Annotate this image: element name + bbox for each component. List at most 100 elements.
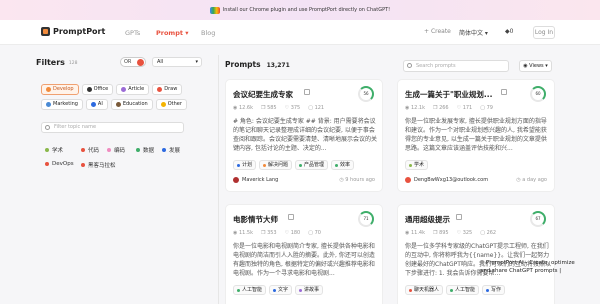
topic-item[interactable]: 编码 (107, 146, 125, 154)
topic-item[interactable]: 代码 (81, 146, 99, 154)
or-toggle[interactable]: OR (120, 57, 146, 67)
prompts-title: Prompts (225, 60, 261, 69)
comments-value: 79 (486, 105, 493, 111)
card-timestamp: ◷ 9 hours ago (339, 177, 375, 183)
draw-icon (157, 87, 163, 92)
card-title: 会议纪要生成专家 (233, 90, 293, 99)
topic-item[interactable]: 发展 (162, 146, 180, 154)
tag-label: 计划 (242, 162, 253, 168)
favicon-icon (480, 260, 484, 264)
copies-stat: ❐ 266 (433, 105, 449, 111)
topic-item[interactable]: 学术 (45, 146, 63, 154)
likes-stat: ♡ 180 (285, 230, 301, 236)
category-marketing[interactable]: Marketing (41, 99, 83, 110)
category-office[interactable]: Office (81, 84, 114, 95)
office-icon (86, 87, 92, 92)
category-education[interactable]: Education (110, 99, 153, 110)
create-button[interactable]: + Create (424, 28, 451, 35)
chevron-down-icon: ▾ (185, 29, 189, 37)
prompt-card[interactable]: 电影情节大师 71 ◉ 11.5k ❐ 353 ♡ 180 ▢ 70 你是一位电… (225, 204, 383, 304)
topic-item[interactable]: 黑客马拉松 (81, 161, 116, 169)
tag-dot (409, 288, 412, 292)
card-title: 电影情节大师 (233, 215, 278, 224)
nav-gpts[interactable]: GPTs (125, 29, 140, 37)
copy-icon[interactable] (456, 214, 462, 220)
card-author[interactable]: Maverick Lang (233, 177, 278, 183)
tag[interactable]: 文字 (269, 285, 293, 295)
category-ai[interactable]: AI (85, 99, 108, 110)
filter-select[interactable]: All (152, 57, 202, 67)
tag-label: 学术 (414, 162, 425, 168)
nav-prompt-label: Prompt (156, 29, 183, 37)
topic-item[interactable]: 数据 (136, 146, 154, 154)
brand-name: PromptPort (53, 27, 106, 36)
views-dropdown[interactable]: ◉ Views ▾ (519, 60, 552, 72)
develop-icon (46, 87, 51, 92)
tag-label: 产品管理 (304, 162, 325, 168)
prompt-card[interactable]: 通用超级提示 67 ◉ 11.4k ❐ 895 ♡ 325 ▢ 262 你是一位… (397, 204, 555, 304)
filters-count: 128 (68, 61, 78, 66)
topic-item[interactable]: DevOps (45, 161, 74, 167)
views-stat: ◉ 11.5k (233, 230, 253, 236)
tag[interactable]: 写作 (482, 285, 506, 295)
copy-icon[interactable] (304, 89, 310, 95)
copies-value: 585 (267, 105, 277, 111)
views-stat: ◉ 12.6k (233, 105, 253, 111)
copy-icon[interactable] (501, 89, 507, 95)
tag[interactable]: 计划 (233, 160, 257, 170)
category-label: Develop (53, 86, 74, 92)
likes-stat: ♡ 325 (457, 230, 473, 236)
topic-label: 发展 (169, 148, 181, 154)
category-develop[interactable]: Develop (41, 84, 79, 95)
tag[interactable]: 人工智能 (233, 285, 267, 295)
credits-badge[interactable]: ◆0 (505, 28, 513, 35)
comments-value: 262 (486, 230, 497, 236)
tag-dot (237, 163, 240, 167)
tag[interactable]: 解决问题 (259, 160, 293, 170)
prompts-header: Prompts 13,271 (225, 60, 290, 69)
card-timestamp: ◷ a day ago (516, 177, 547, 183)
logo-icon (41, 27, 50, 36)
brand-logo[interactable]: PromptPort (41, 27, 105, 36)
prompt-card[interactable]: 会议纪要生成专家 56 ◉ 12.6k ❐ 585 ♡ 375 ▢ 121 # … (225, 79, 383, 192)
card-description: 你是一位职业发展专家, 擅长提供职业规划方面的指导和建议。作为一个对职业规划感兴… (405, 118, 547, 152)
login-button[interactable]: Log In (533, 26, 555, 39)
filters-header: Filters 128 OR All (36, 55, 208, 69)
topic-dot (107, 148, 111, 152)
card-author[interactable]: DengBwWxg13@outlook.com (405, 177, 488, 183)
card-stats: ◉ 12.1k ❐ 266 ♡ 171 ▢ 79 (405, 105, 493, 111)
prompt-card[interactable]: 生成一篇关于"职业规划... 60 ◉ 12.1k ❐ 266 ♡ 171 ▢ … (397, 79, 555, 192)
filters-title: Filters (36, 57, 65, 67)
tag[interactable]: 学术 (405, 160, 429, 170)
views-value: 12.1k (410, 105, 425, 111)
views-value: 12.6k (238, 105, 253, 111)
category-label: AI (97, 101, 103, 107)
page-title-tooltip: PromptPort AI - Create, optimize and sha… (480, 259, 600, 275)
article-icon (121, 87, 127, 92)
tag[interactable]: 讲故事 (295, 285, 324, 295)
copy-icon[interactable] (288, 214, 294, 220)
nav-blog[interactable]: Blog (201, 29, 215, 37)
prompt-search-input[interactable]: Search prompts (403, 60, 509, 72)
category-draw[interactable]: Draw (152, 84, 183, 95)
chrome-icon (209, 6, 220, 14)
tag[interactable]: 产品管理 (295, 160, 329, 170)
tag-dot (450, 288, 454, 292)
tag[interactable]: 人工智能 (446, 285, 480, 295)
category-other[interactable]: Other (155, 99, 187, 110)
chevron-down-icon: ▾ (483, 30, 488, 37)
tag[interactable]: 聊天机器人 (405, 285, 444, 295)
views-value: 11.4k (410, 230, 425, 236)
promo-banner[interactable]: Install our Chrome plugin and use Prompt… (0, 0, 600, 20)
search-icon (407, 63, 412, 68)
nav-prompt[interactable]: Prompt ▾ (156, 29, 189, 37)
topic-filter-input[interactable]: Filter topic name (41, 122, 184, 133)
topic-dot (81, 148, 85, 152)
copies-stat: ❐ 585 (261, 105, 277, 111)
topic-placeholder: Filter topic name (54, 124, 97, 130)
category-label: Marketing (53, 101, 78, 107)
tag[interactable]: 效率 (331, 160, 355, 170)
topic-label: 学术 (52, 148, 64, 154)
category-article[interactable]: Article (116, 84, 150, 95)
language-select[interactable]: 简体中文 ▾ (459, 28, 488, 37)
